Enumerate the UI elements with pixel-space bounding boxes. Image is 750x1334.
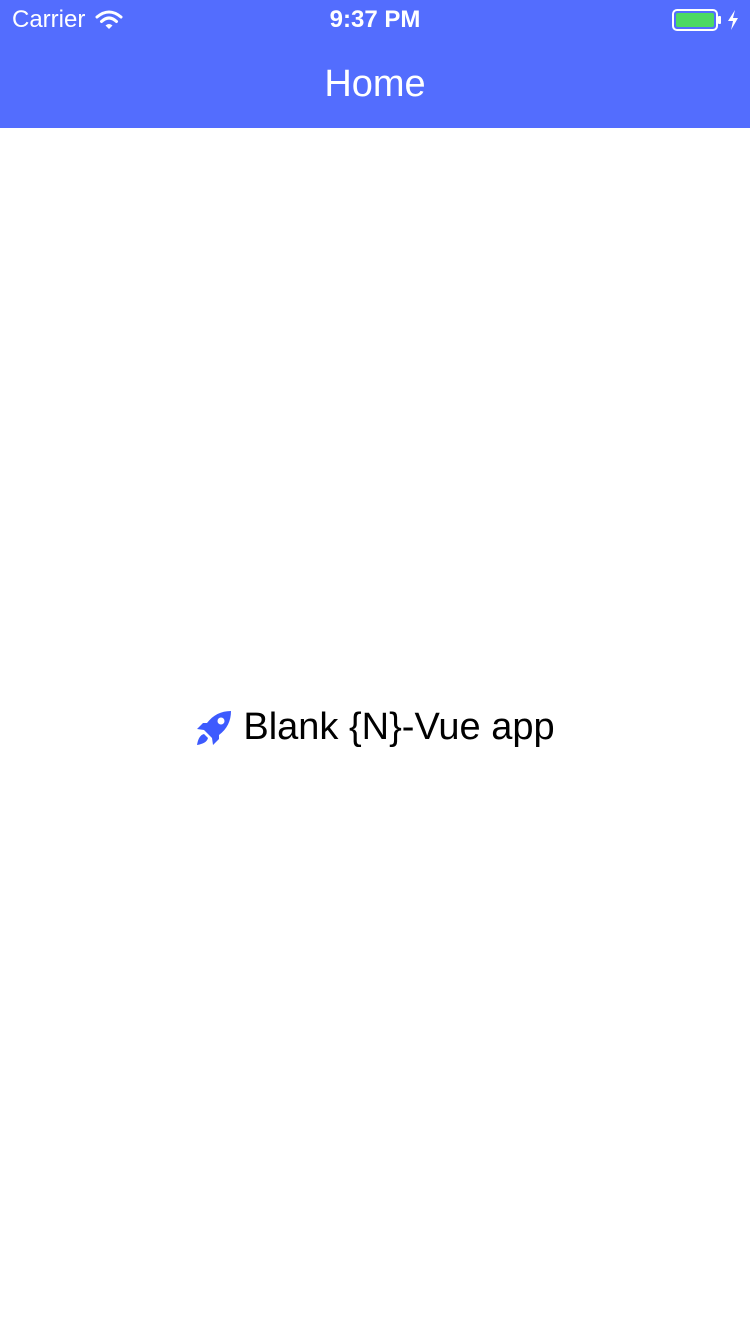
status-bar: Carrier 9:37 PM (0, 0, 750, 40)
battery-icon (672, 9, 722, 31)
main-content: Blank {N}-Vue app (0, 128, 750, 1334)
welcome-message: Blank {N}-Vue app (0, 706, 750, 749)
app-header: Carrier 9:37 PM Home (0, 0, 750, 128)
message-text: Blank {N}-Vue app (243, 706, 555, 748)
status-time: 9:37 PM (329, 6, 421, 33)
rocket-icon (195, 709, 233, 747)
battery-indicator (672, 9, 740, 31)
nav-bar: Home (0, 40, 750, 128)
charging-icon (726, 9, 740, 31)
page-title: Home (324, 62, 426, 105)
